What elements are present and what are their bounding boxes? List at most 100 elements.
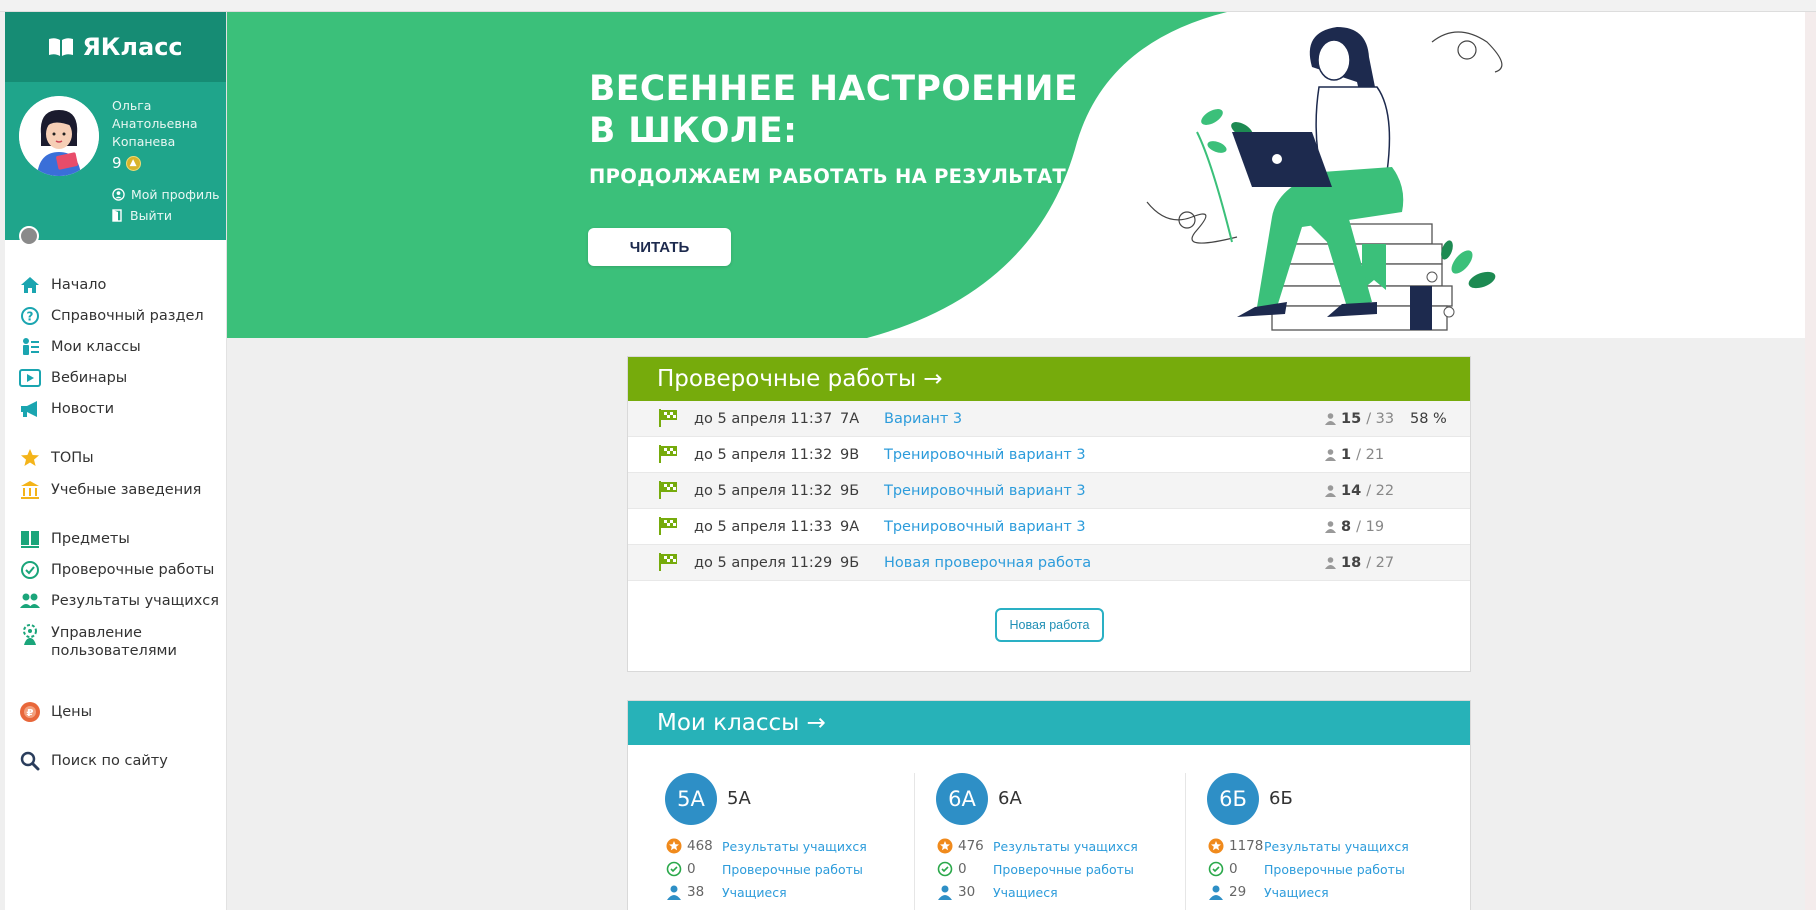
new-test-button[interactable]: Новая работа	[995, 608, 1104, 642]
test-count: 14/ 22	[1325, 483, 1394, 499]
class-points: 1178	[1229, 838, 1264, 854]
class-name[interactable]: 6Б	[1269, 788, 1293, 809]
logout-link[interactable]: Выйти	[112, 208, 172, 223]
sidebar-item-label: Предметы	[51, 531, 130, 547]
banner-title-line2: В ШКОЛЕ:	[589, 111, 798, 151]
table-row[interactable]: до 5 апреля 11:33 9А Тренировочный вариа…	[628, 509, 1470, 545]
user-middle-name: Анатольевна	[112, 116, 198, 131]
sidebar-item-prices[interactable]: ₽ Цены	[5, 701, 92, 723]
test-done: 14	[1341, 482, 1362, 499]
test-total: / 33	[1366, 410, 1395, 427]
svg-text:₽: ₽	[27, 708, 34, 719]
class-badge[interactable]: 6Б	[1207, 773, 1259, 825]
sidebar-item-label: Начало	[51, 277, 107, 293]
class-name[interactable]: 5А	[727, 788, 751, 809]
test-total: / 27	[1366, 554, 1395, 571]
class-stat-tests: 0 Проверочные работы	[936, 860, 1134, 878]
sidebar-item-label: Результаты учащихся	[51, 593, 219, 609]
students-link[interactable]: Учащиеся	[993, 885, 1058, 900]
check-icon	[665, 860, 683, 878]
test-link[interactable]: Вариант 3	[884, 411, 962, 427]
banner-read-button[interactable]: ЧИТАТЬ	[588, 228, 731, 266]
sidebar-item-help[interactable]: ? Справочный раздел	[5, 305, 204, 327]
svg-text:?: ?	[27, 310, 34, 324]
test-date: до 5 апреля 11:29	[694, 554, 833, 571]
class-points: 468	[687, 838, 713, 854]
sidebar-item-label: Цены	[51, 704, 93, 720]
price-icon: ₽	[19, 701, 41, 723]
class-name[interactable]: 6А	[998, 788, 1022, 809]
class-stat-results: 1178 Результаты учащихся	[1207, 837, 1409, 855]
tests-link[interactable]: Проверочные работы	[722, 862, 863, 877]
class-badge[interactable]: 6А	[936, 773, 988, 825]
user-first-name: Ольга	[112, 98, 152, 113]
tests-panel: Проверочные работы → до 5 апреля 11:37 7…	[627, 356, 1471, 672]
test-link[interactable]: Тренировочный вариант 3	[884, 447, 1086, 463]
sidebar-item-webinars[interactable]: Вебинары	[5, 367, 127, 389]
class-badge[interactable]: 5А	[665, 773, 717, 825]
tests-link[interactable]: Проверочные работы	[1264, 862, 1405, 877]
star-badge-icon	[1207, 837, 1225, 855]
test-link[interactable]: Новая проверочная работа	[884, 555, 1091, 571]
results-link[interactable]: Результаты учащихся	[993, 839, 1138, 854]
logo[interactable]: ЯКласс	[5, 12, 226, 82]
test-link[interactable]: Тренировочный вариант 3	[884, 483, 1086, 499]
check-icon	[19, 559, 41, 581]
sidebar: ЯКласс Ольга Анатольевна Копанева 9 ▲ Мо…	[5, 12, 227, 910]
check-icon	[1207, 860, 1225, 878]
test-count: 15/ 33	[1325, 411, 1394, 427]
sidebar-item-home[interactable]: Начало	[5, 274, 106, 296]
results-link[interactable]: Результаты учащихся	[1264, 839, 1409, 854]
sidebar-item-classes[interactable]: Мои классы	[5, 336, 141, 358]
flag-icon	[659, 409, 677, 427]
profile-link[interactable]: Мой профиль	[112, 187, 219, 202]
sidebar-item-user-management[interactable]: Управление пользователями	[5, 624, 201, 660]
sidebar-item-results[interactable]: Результаты учащихся	[5, 590, 219, 612]
help-icon: ?	[19, 305, 41, 327]
profile-icon	[112, 188, 125, 201]
table-row[interactable]: до 5 апреля 11:29 9Б Новая проверочная р…	[628, 545, 1470, 581]
table-row[interactable]: до 5 апреля 11:32 9В Тренировочный вариа…	[628, 437, 1470, 473]
sidebar-item-label: Справочный раздел	[51, 308, 204, 324]
test-count: 1/ 21	[1325, 447, 1384, 463]
tests-panel-header[interactable]: Проверочные работы →	[628, 357, 1470, 401]
table-row[interactable]: до 5 апреля 11:32 9Б Тренировочный вариа…	[628, 473, 1470, 509]
students-link[interactable]: Учащиеся	[1264, 885, 1329, 900]
test-done: 8	[1341, 518, 1352, 535]
students-link[interactable]: Учащиеся	[722, 885, 787, 900]
person-icon	[665, 883, 683, 901]
profile-link-label: Мой профиль	[131, 187, 220, 202]
sidebar-item-news[interactable]: Новости	[5, 398, 114, 420]
sidebar-item-label: Проверочные работы	[51, 562, 215, 578]
class-tests-count: 0	[958, 861, 967, 877]
classes-panel: Мои классы → 5А 5А 468 Результаты учащих…	[627, 700, 1471, 910]
sidebar-item-search[interactable]: Поиск по сайту	[5, 750, 168, 772]
flag-icon	[659, 517, 677, 535]
person-icon	[1207, 883, 1225, 901]
building-icon	[19, 479, 41, 501]
class-points: 476	[958, 838, 984, 854]
test-date: до 5 апреля 11:32	[694, 446, 833, 463]
test-link[interactable]: Тренировочный вариант 3	[884, 519, 1086, 535]
right-edge-strip	[1805, 12, 1816, 910]
class-stat-results: 468 Результаты учащихся	[665, 837, 867, 855]
results-link[interactable]: Результаты учащихся	[722, 839, 867, 854]
sidebar-item-tops[interactable]: ТОПы	[5, 447, 94, 469]
column-divider	[914, 773, 915, 910]
tests-link[interactable]: Проверочные работы	[993, 862, 1134, 877]
sidebar-item-schools[interactable]: Учебные заведения	[5, 479, 201, 501]
sidebar-item-tests[interactable]: Проверочные работы	[5, 559, 214, 581]
promo-banner[interactable]: ВЕСЕННЕЕ НАСТРОЕНИЕ В ШКОЛЕ: ПРОДОЛЖАЕМ …	[227, 12, 1805, 338]
avatar[interactable]	[19, 96, 99, 176]
class-stat-tests: 0 Проверочные работы	[1207, 860, 1405, 878]
check-icon	[936, 860, 954, 878]
sidebar-item-subjects[interactable]: Предметы	[5, 528, 130, 550]
banner-title-line1: ВЕСЕННЕЕ НАСТРОЕНИЕ	[589, 69, 1079, 109]
classes-panel-header[interactable]: Мои классы →	[628, 701, 1470, 745]
classes-icon	[19, 336, 41, 358]
books-icon	[19, 528, 41, 550]
points-value: 9	[112, 154, 122, 172]
table-row[interactable]: до 5 апреля 11:37 7А Вариант 3 15/ 33 58…	[628, 401, 1470, 437]
sidebar-item-label: Мои классы	[51, 339, 141, 355]
browser-top-edge	[0, 0, 1816, 12]
